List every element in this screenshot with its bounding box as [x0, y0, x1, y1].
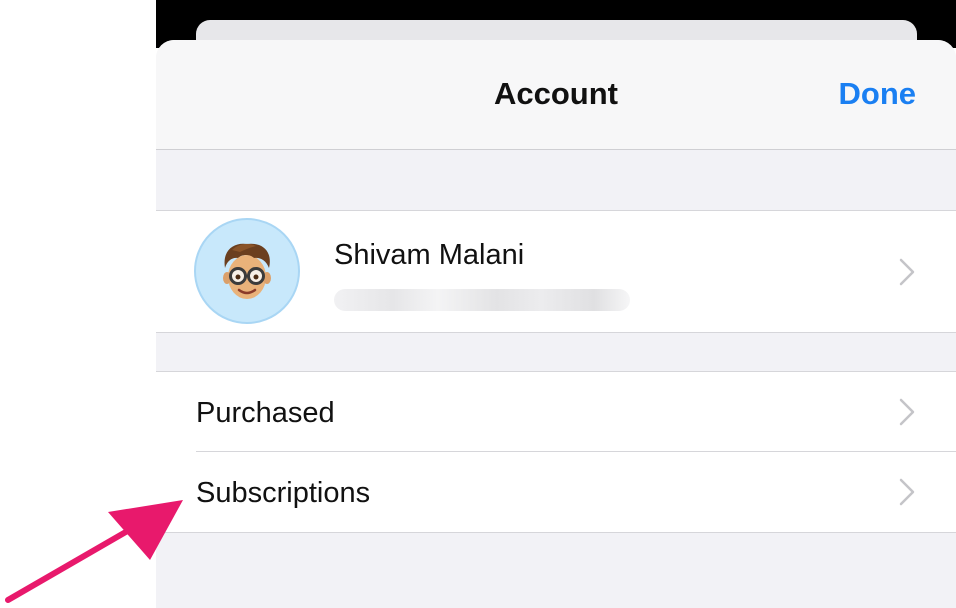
purchases-list: Purchased Subscriptions: [156, 371, 956, 533]
memoji-avatar-icon: [194, 218, 300, 324]
chevron-right-icon: [899, 478, 915, 506]
chevron-right-icon: [899, 258, 915, 286]
purchased-row[interactable]: Purchased: [156, 372, 956, 452]
redacted-email: [334, 289, 630, 311]
page-title: Account: [494, 76, 618, 111]
subscriptions-row[interactable]: Subscriptions: [156, 452, 956, 532]
profile-name: Shivam Malani: [334, 239, 525, 271]
subscriptions-label: Subscriptions: [196, 477, 371, 509]
profile-row[interactable]: Shivam Malani: [156, 210, 956, 333]
navigation-bar: Account Done: [156, 40, 956, 150]
screen: Account Done Shivam Malani Purchased Sub…: [0, 0, 956, 608]
purchased-label: Purchased: [196, 397, 335, 429]
done-button[interactable]: Done: [839, 76, 917, 112]
chevron-right-icon: [899, 398, 915, 426]
account-sheet: Account Done Shivam Malani Purchased Sub…: [156, 40, 956, 608]
